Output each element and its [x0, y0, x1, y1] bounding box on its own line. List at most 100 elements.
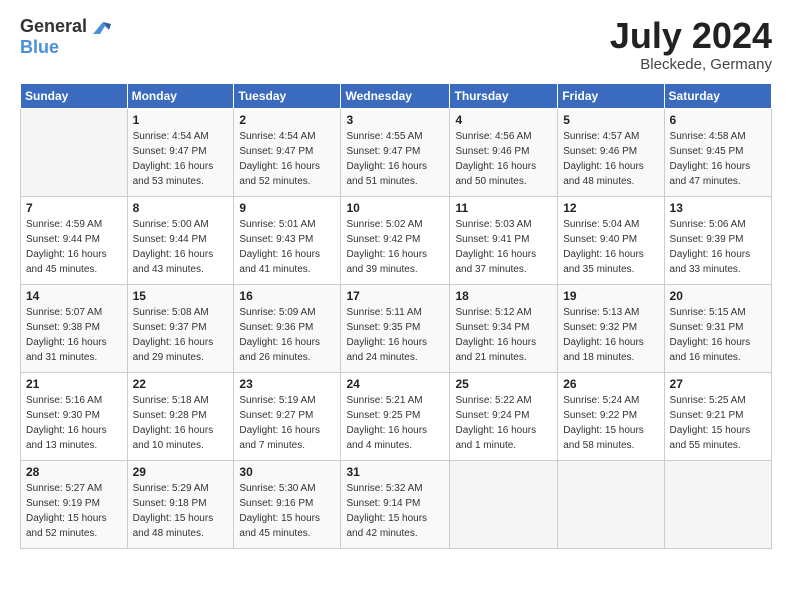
page: General Blue July 2024 Bleckede, Germany… — [0, 0, 792, 612]
logo-icon — [89, 16, 111, 38]
calendar-cell: 14 Sunrise: 5:07 AM Sunset: 9:38 PM Dayli… — [21, 284, 128, 372]
calendar-cell: 25 Sunrise: 5:22 AM Sunset: 9:24 PM Dayli… — [450, 372, 558, 460]
calendar-cell — [664, 460, 771, 548]
day-info: Sunrise: 5:02 AM Sunset: 9:42 PM Dayligh… — [346, 217, 444, 277]
week-row-2: 14 Sunrise: 5:07 AM Sunset: 9:38 PM Dayli… — [21, 284, 772, 372]
day-info: Sunrise: 4:54 AM Sunset: 9:47 PM Dayligh… — [133, 129, 229, 189]
week-row-3: 21 Sunrise: 5:16 AM Sunset: 9:30 PM Dayli… — [21, 372, 772, 460]
day-info: Sunrise: 5:09 AM Sunset: 9:36 PM Dayligh… — [239, 305, 335, 365]
day-number: 30 — [239, 465, 335, 479]
day-number: 27 — [670, 377, 766, 391]
day-info: Sunrise: 5:00 AM Sunset: 9:44 PM Dayligh… — [133, 217, 229, 277]
calendar-cell: 11 Sunrise: 5:03 AM Sunset: 9:41 PM Dayli… — [450, 196, 558, 284]
day-number: 22 — [133, 377, 229, 391]
header-day-wednesday: Wednesday — [341, 83, 450, 108]
day-number: 13 — [670, 201, 766, 215]
day-info: Sunrise: 5:11 AM Sunset: 9:35 PM Dayligh… — [346, 305, 444, 365]
day-number: 9 — [239, 201, 335, 215]
calendar-cell: 26 Sunrise: 5:24 AM Sunset: 9:22 PM Dayli… — [558, 372, 664, 460]
calendar-cell: 4Sunrise: 4:56 AM Sunset: 9:46 PM Daylig… — [450, 108, 558, 196]
day-number: 25 — [455, 377, 552, 391]
calendar-table: SundayMondayTuesdayWednesdayThursdayFrid… — [20, 83, 772, 549]
calendar-cell — [558, 460, 664, 548]
day-number: 15 — [133, 289, 229, 303]
calendar-cell: 21 Sunrise: 5:16 AM Sunset: 9:30 PM Dayli… — [21, 372, 128, 460]
day-number: 14 — [26, 289, 122, 303]
day-number: 6 — [670, 113, 766, 127]
day-info: Sunrise: 5:16 AM Sunset: 9:30 PM Dayligh… — [26, 393, 122, 453]
header-day-sunday: Sunday — [21, 83, 128, 108]
day-info: Sunrise: 5:12 AM Sunset: 9:34 PM Dayligh… — [455, 305, 552, 365]
logo-blue: Blue — [20, 38, 59, 58]
logo: General Blue — [20, 16, 111, 58]
week-row-4: 28Sunrise: 5:27 AM Sunset: 9:19 PM Dayli… — [21, 460, 772, 548]
calendar-cell: 20 Sunrise: 5:15 AM Sunset: 9:31 PM Dayli… — [664, 284, 771, 372]
calendar-cell: 5 Sunrise: 4:57 AM Sunset: 9:46 PM Daylig… — [558, 108, 664, 196]
calendar-cell: 13Sunrise: 5:06 AM Sunset: 9:39 PM Dayli… — [664, 196, 771, 284]
calendar-cell: 3Sunrise: 4:55 AM Sunset: 9:47 PM Daylig… — [341, 108, 450, 196]
calendar-cell: 22 Sunrise: 5:18 AM Sunset: 9:28 PM Dayli… — [127, 372, 234, 460]
day-number: 18 — [455, 289, 552, 303]
day-number: 31 — [346, 465, 444, 479]
day-number: 2 — [239, 113, 335, 127]
day-number: 5 — [563, 113, 658, 127]
day-number: 28 — [26, 465, 122, 479]
calendar-cell: 1 Sunrise: 4:54 AM Sunset: 9:47 PM Daylig… — [127, 108, 234, 196]
day-info: Sunrise: 5:21 AM Sunset: 9:25 PM Dayligh… — [346, 393, 444, 453]
location-subtitle: Bleckede, Germany — [610, 56, 772, 73]
day-number: 20 — [670, 289, 766, 303]
calendar-cell: 10 Sunrise: 5:02 AM Sunset: 9:42 PM Dayli… — [341, 196, 450, 284]
calendar-cell: 17 Sunrise: 5:11 AM Sunset: 9:35 PM Dayli… — [341, 284, 450, 372]
day-number: 12 — [563, 201, 658, 215]
day-info: Sunrise: 4:54 AM Sunset: 9:47 PM Dayligh… — [239, 129, 335, 189]
header-day-monday: Monday — [127, 83, 234, 108]
day-number: 16 — [239, 289, 335, 303]
day-info: Sunrise: 5:19 AM Sunset: 9:27 PM Dayligh… — [239, 393, 335, 453]
calendar-cell: 28Sunrise: 5:27 AM Sunset: 9:19 PM Dayli… — [21, 460, 128, 548]
calendar-cell: 12 Sunrise: 5:04 AM Sunset: 9:40 PM Dayli… — [558, 196, 664, 284]
day-info: Sunrise: 5:13 AM Sunset: 9:32 PM Dayligh… — [563, 305, 658, 365]
calendar-cell — [450, 460, 558, 548]
day-number: 24 — [346, 377, 444, 391]
week-row-0: 1 Sunrise: 4:54 AM Sunset: 9:47 PM Daylig… — [21, 108, 772, 196]
calendar-cell: 27Sunrise: 5:25 AM Sunset: 9:21 PM Dayli… — [664, 372, 771, 460]
day-info: Sunrise: 5:29 AM Sunset: 9:18 PM Dayligh… — [133, 481, 229, 541]
day-info: Sunrise: 5:32 AM Sunset: 9:14 PM Dayligh… — [346, 481, 444, 541]
calendar-cell: 15 Sunrise: 5:08 AM Sunset: 9:37 PM Dayli… — [127, 284, 234, 372]
day-number: 1 — [133, 113, 229, 127]
day-number: 10 — [346, 201, 444, 215]
day-number: 21 — [26, 377, 122, 391]
title-block: July 2024 Bleckede, Germany — [610, 16, 772, 73]
month-title: July 2024 — [610, 16, 772, 56]
day-number: 26 — [563, 377, 658, 391]
calendar-cell: 18 Sunrise: 5:12 AM Sunset: 9:34 PM Dayli… — [450, 284, 558, 372]
day-number: 19 — [563, 289, 658, 303]
day-info: Sunrise: 4:58 AM Sunset: 9:45 PM Dayligh… — [670, 129, 766, 189]
calendar-cell: 23 Sunrise: 5:19 AM Sunset: 9:27 PM Dayli… — [234, 372, 341, 460]
day-info: Sunrise: 5:04 AM Sunset: 9:40 PM Dayligh… — [563, 217, 658, 277]
day-number: 11 — [455, 201, 552, 215]
day-number: 17 — [346, 289, 444, 303]
day-info: Sunrise: 5:07 AM Sunset: 9:38 PM Dayligh… — [26, 305, 122, 365]
header-day-saturday: Saturday — [664, 83, 771, 108]
day-info: Sunrise: 4:57 AM Sunset: 9:46 PM Dayligh… — [563, 129, 658, 189]
day-info: Sunrise: 5:08 AM Sunset: 9:37 PM Dayligh… — [133, 305, 229, 365]
header-day-thursday: Thursday — [450, 83, 558, 108]
day-info: Sunrise: 5:15 AM Sunset: 9:31 PM Dayligh… — [670, 305, 766, 365]
calendar-cell: 9Sunrise: 5:01 AM Sunset: 9:43 PM Daylig… — [234, 196, 341, 284]
day-info: Sunrise: 5:03 AM Sunset: 9:41 PM Dayligh… — [455, 217, 552, 277]
calendar-cell: 19 Sunrise: 5:13 AM Sunset: 9:32 PM Dayli… — [558, 284, 664, 372]
day-info: Sunrise: 5:22 AM Sunset: 9:24 PM Dayligh… — [455, 393, 552, 453]
header-day-friday: Friday — [558, 83, 664, 108]
day-info: Sunrise: 5:24 AM Sunset: 9:22 PM Dayligh… — [563, 393, 658, 453]
day-info: Sunrise: 5:18 AM Sunset: 9:28 PM Dayligh… — [133, 393, 229, 453]
header-row: SundayMondayTuesdayWednesdayThursdayFrid… — [21, 83, 772, 108]
day-number: 23 — [239, 377, 335, 391]
header: General Blue July 2024 Bleckede, Germany — [20, 16, 772, 73]
day-number: 3 — [346, 113, 444, 127]
calendar-cell: 31 Sunrise: 5:32 AM Sunset: 9:14 PM Dayli… — [341, 460, 450, 548]
logo-general: General — [20, 17, 87, 37]
calendar-cell: 24 Sunrise: 5:21 AM Sunset: 9:25 PM Dayli… — [341, 372, 450, 460]
calendar-cell: 6 Sunrise: 4:58 AM Sunset: 9:45 PM Daylig… — [664, 108, 771, 196]
header-day-tuesday: Tuesday — [234, 83, 341, 108]
